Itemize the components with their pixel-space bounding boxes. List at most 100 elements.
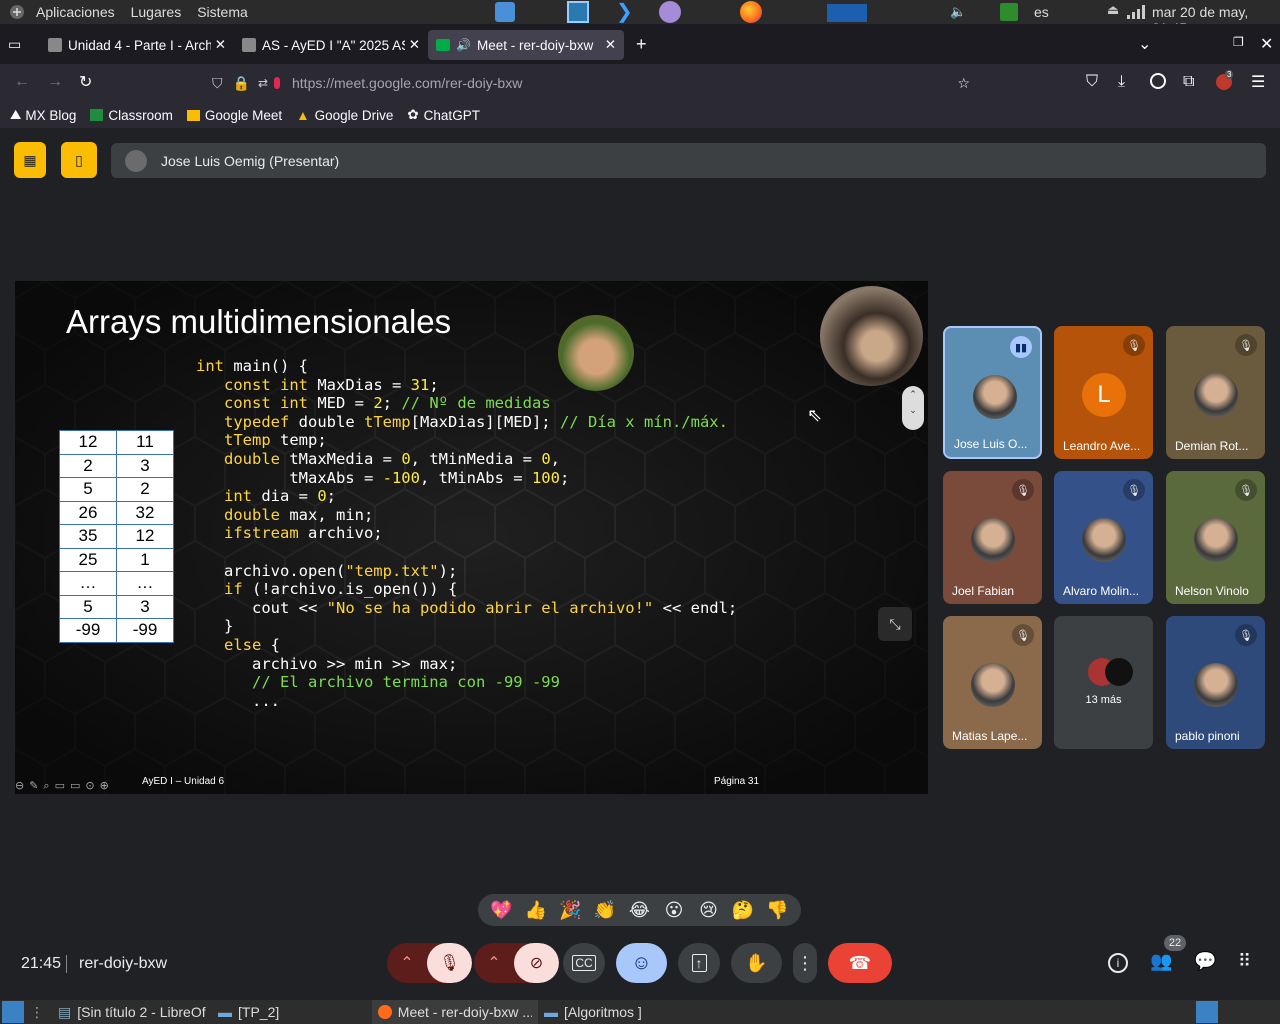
mic-off-icon[interactable]: 🎙 bbox=[427, 943, 472, 983]
bookmark-star-icon[interactable]: ☆ bbox=[957, 75, 970, 92]
reactions-button[interactable]: ☺ bbox=[616, 943, 667, 983]
camera-off-icon[interactable]: ⊘ bbox=[514, 943, 559, 983]
taskbar-item-libreoffice[interactable]: ▤ [Sin título 2 - LibreOf... bbox=[52, 1000, 212, 1024]
participant-tile[interactable]: 🎙 Joel Fabian bbox=[943, 471, 1042, 604]
tracking-shield-icon[interactable]: ⛉ bbox=[212, 75, 223, 92]
chat-icon[interactable]: 💬 bbox=[1194, 951, 1216, 972]
taskbar-item-tp2[interactable]: ▬ [TP_2] bbox=[212, 1000, 372, 1024]
present-screen-button[interactable]: ↑ bbox=[678, 943, 720, 983]
tab-ayed[interactable]: AS - AyED I "A" 2025 AS - ✕ bbox=[234, 30, 428, 60]
reaction-emoji-button[interactable]: 🤔 bbox=[730, 897, 756, 923]
mic-control[interactable]: ⌃ 🎙 bbox=[387, 943, 472, 983]
people-icon[interactable]: 👥 bbox=[1150, 951, 1172, 972]
close-window-icon[interactable]: ✕ bbox=[1260, 34, 1273, 54]
participant-tile[interactable]: 🎙 Matias Lape... bbox=[943, 616, 1042, 749]
reaction-emoji-button[interactable]: 👎 bbox=[765, 897, 791, 923]
tab-close-icon[interactable]: ✕ bbox=[605, 37, 616, 53]
reaction-emoji-button[interactable]: 👍 bbox=[523, 897, 549, 923]
extensions-icon[interactable]: ⧉ bbox=[1183, 73, 1194, 91]
meeting-info-icon[interactable]: i bbox=[1108, 953, 1128, 973]
reaction-emoji-button[interactable]: 😢 bbox=[696, 897, 722, 923]
list-all-tabs-icon[interactable]: ⌄ bbox=[1138, 34, 1151, 54]
captions-button[interactable]: CC bbox=[563, 943, 605, 983]
camera-control[interactable]: ⌃ ⊘ bbox=[474, 943, 559, 983]
bookmark-mx-blog[interactable]: ⛰ MX Blog bbox=[10, 107, 76, 123]
taskbar-item-meet[interactable]: Meet - rer-doiy-bxw ... bbox=[372, 1000, 538, 1024]
sidebar-toggle-button[interactable]: ▯ bbox=[61, 142, 97, 178]
downloads-icon[interactable]: ⤓ bbox=[1118, 73, 1125, 91]
tab-close-icon[interactable]: ✕ bbox=[215, 37, 226, 53]
speaking-indicator-icon: ▮▮ bbox=[1010, 336, 1032, 358]
camera-bubble-controls[interactable]: ⌃ ⌄ bbox=[902, 386, 924, 430]
url-bar[interactable]: ⛉ 🔒 ⇄ https://meet.google.com/rer-doiy-b… bbox=[200, 68, 980, 98]
menu-sistema[interactable]: Sistema bbox=[189, 4, 256, 20]
avatar bbox=[1082, 518, 1126, 562]
presenter-bar[interactable]: Jose Luis Oemig (Presentar) bbox=[111, 143, 1266, 178]
eject-icon[interactable]: ⏏ bbox=[1107, 2, 1119, 18]
permissions-icon[interactable]: ⇄ bbox=[258, 76, 268, 90]
tab-unidad4[interactable]: Unidad 4 - Parte I - Archiv ✕ bbox=[40, 30, 234, 60]
reaction-emoji-button[interactable]: 👏 bbox=[592, 897, 618, 923]
launcher-app-icon[interactable] bbox=[659, 1, 681, 23]
keyboard-layout[interactable]: es bbox=[1034, 4, 1049, 20]
participant-tile[interactable]: 13 más bbox=[1054, 616, 1153, 749]
participant-tile[interactable]: ▮▮ Jose Luis O... bbox=[943, 326, 1042, 459]
tab-overview-icon[interactable]: ▭ bbox=[8, 36, 28, 53]
launcher-firefox-icon[interactable] bbox=[740, 1, 762, 23]
tab-meet[interactable]: 🔊 Meet - rer-doiy-bxw ✕ bbox=[428, 30, 624, 60]
bookmark-google-meet[interactable]: Google Meet bbox=[186, 108, 282, 123]
slide-tools[interactable]: ⊖✎⌕▭▭⊙⊕ bbox=[15, 779, 114, 793]
taskbar-handle: ⋮ bbox=[30, 1003, 44, 1020]
bookmark-classroom[interactable]: Classroom bbox=[90, 108, 173, 123]
exit-fullscreen-button[interactable]: ⤡ bbox=[878, 607, 912, 641]
table-cell: 2 bbox=[116, 477, 174, 502]
reaction-emoji-button[interactable]: 😮 bbox=[661, 897, 687, 923]
pocket-icon[interactable]: ⛉ bbox=[1086, 73, 1098, 91]
menu-lugares[interactable]: Lugares bbox=[123, 4, 190, 20]
tab-close-icon[interactable]: ✕ bbox=[409, 37, 420, 53]
network-status-icon[interactable] bbox=[1000, 3, 1018, 21]
mic-options-chevron-icon[interactable]: ⌃ bbox=[387, 953, 427, 973]
system-logo-icon[interactable] bbox=[6, 1, 28, 23]
activities-icon[interactable]: ⠿ bbox=[1238, 951, 1251, 972]
audio-playing-icon[interactable]: 🔊 bbox=[456, 38, 471, 52]
more-participants-label: 13 más bbox=[1085, 694, 1122, 706]
reaction-emoji-button[interactable]: 😂 bbox=[626, 897, 652, 923]
account-icon[interactable] bbox=[1150, 73, 1166, 89]
participant-tile[interactable]: 🎙 L Leandro Ave... bbox=[1054, 326, 1153, 459]
mic-muted-icon: 🎙 bbox=[1123, 334, 1145, 356]
launcher-vscode-icon[interactable]: ❯ bbox=[616, 1, 638, 23]
restore-window-icon[interactable]: ❐ bbox=[1233, 35, 1244, 49]
volume-icon[interactable]: 🔈 bbox=[950, 4, 966, 20]
reaction-emoji-button[interactable]: 💖 bbox=[488, 897, 514, 923]
participant-tile[interactable]: 🎙 pablo pinoni bbox=[1166, 616, 1265, 749]
raise-hand-button[interactable]: ✋ bbox=[731, 943, 782, 983]
forward-icon[interactable]: → bbox=[47, 73, 63, 91]
menu-aplicaciones[interactable]: Aplicaciones bbox=[28, 4, 123, 20]
back-icon[interactable]: ← bbox=[14, 73, 30, 91]
participant-tile[interactable]: 🎙 Demian Rot... bbox=[1166, 326, 1265, 459]
bookmark-google-drive[interactable]: ▲ Google Drive bbox=[296, 108, 393, 123]
bookmark-chatgpt[interactable]: ✿ ChatGPT bbox=[407, 107, 480, 123]
mic-in-use-icon[interactable] bbox=[274, 77, 280, 89]
hide-presentation-button[interactable]: ▦ bbox=[14, 142, 46, 178]
reload-icon[interactable]: ↻ bbox=[79, 72, 92, 92]
more-options-button[interactable]: ⋮ bbox=[793, 943, 817, 983]
workspace-indicator[interactable] bbox=[827, 4, 867, 22]
reaction-emoji-button[interactable]: 🎉 bbox=[557, 897, 583, 923]
launcher-terminal-icon[interactable] bbox=[567, 1, 589, 23]
participant-tile[interactable]: 🎙 Alvaro Molin... bbox=[1054, 471, 1153, 604]
leave-call-button[interactable]: ☎ bbox=[828, 943, 892, 983]
taskbar-item-algoritmos[interactable]: ▬ [Algoritmos ] bbox=[538, 1000, 698, 1024]
signal-icon[interactable] bbox=[1127, 5, 1145, 19]
launcher-home-icon[interactable] bbox=[495, 2, 515, 22]
participant-tile[interactable]: 🎙 Nelson Vinolo bbox=[1166, 471, 1265, 604]
new-tab-button[interactable]: + bbox=[636, 34, 647, 55]
lock-icon[interactable]: 🔒 bbox=[233, 75, 250, 92]
camera-options-chevron-icon[interactable]: ⌃ bbox=[474, 953, 514, 973]
app-menu-icon[interactable]: ☰ bbox=[1251, 72, 1265, 92]
tray-firefox-icon[interactable] bbox=[1196, 1001, 1218, 1023]
table-cell: 2 bbox=[59, 453, 117, 478]
show-desktop-icon[interactable] bbox=[2, 1001, 24, 1023]
table-cell: … bbox=[116, 571, 174, 596]
